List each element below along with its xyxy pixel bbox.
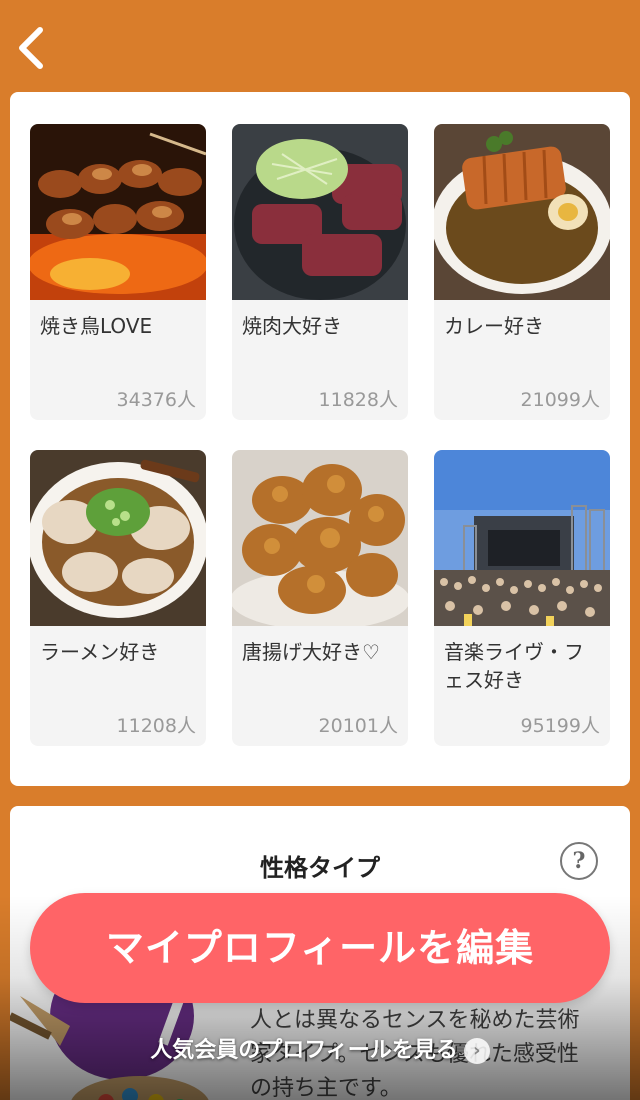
top-bar — [0, 0, 640, 92]
interest-member-count: 95199人 — [520, 715, 600, 737]
interest-tile-yakitori[interactable]: 焼き鳥LOVE 34376人 — [30, 124, 206, 420]
interest-photo-curry — [434, 124, 610, 300]
interest-label: ラーメン好き — [40, 640, 160, 664]
back-button[interactable] — [14, 26, 50, 70]
interest-photo-music-festival — [434, 450, 610, 626]
interest-tile-yakiniku[interactable]: 焼肉大好き 11828人 — [232, 124, 408, 420]
personality-title: 性格タイプ — [260, 854, 380, 882]
popular-profiles-label: 人気会員のプロフィールを見る — [150, 1038, 458, 1063]
interest-member-count: 11208人 — [116, 715, 196, 737]
help-button[interactable]: ? — [560, 842, 598, 880]
interest-tile-curry[interactable]: カレー好き 21099人 — [434, 124, 610, 420]
interests-grid: 焼き鳥LOVE 34376人 焼肉大好き 11828人 カレー好き 21099人… — [30, 124, 610, 746]
interest-label: 唐揚げ大好き♡ — [242, 640, 380, 664]
interest-photo-karaage — [232, 450, 408, 626]
chevron-right-icon: › — [463, 1038, 490, 1064]
interest-member-count: 11828人 — [318, 389, 398, 411]
interest-member-count: 20101人 — [318, 715, 398, 737]
chevron-left-icon — [19, 27, 43, 69]
interest-tile-ramen[interactable]: ラーメン好き 11208人 — [30, 450, 206, 746]
interest-photo-ramen — [30, 450, 206, 626]
interest-label: 音楽ライヴ・フェス好き — [444, 640, 584, 692]
interest-label: 焼き鳥LOVE — [40, 314, 153, 338]
interest-photo-yakiniku — [232, 124, 408, 300]
interest-tile-music-festival[interactable]: 音楽ライヴ・フェス好き 95199人 — [434, 450, 610, 746]
popular-profiles-link[interactable]: 人気会員のプロフィールを見る › — [0, 1032, 640, 1064]
interest-tile-karaage[interactable]: 唐揚げ大好き♡ 20101人 — [232, 450, 408, 746]
interest-member-count: 21099人 — [520, 389, 600, 411]
edit-profile-button[interactable]: マイプロフィールを編集 — [30, 893, 610, 1003]
interests-card: 焼き鳥LOVE 34376人 焼肉大好き 11828人 カレー好き 21099人… — [10, 92, 630, 786]
interest-label: カレー好き — [444, 314, 544, 338]
interest-member-count: 34376人 — [116, 389, 196, 411]
interest-photo-yakitori — [30, 124, 206, 300]
interest-label: 焼肉大好き — [242, 314, 342, 338]
